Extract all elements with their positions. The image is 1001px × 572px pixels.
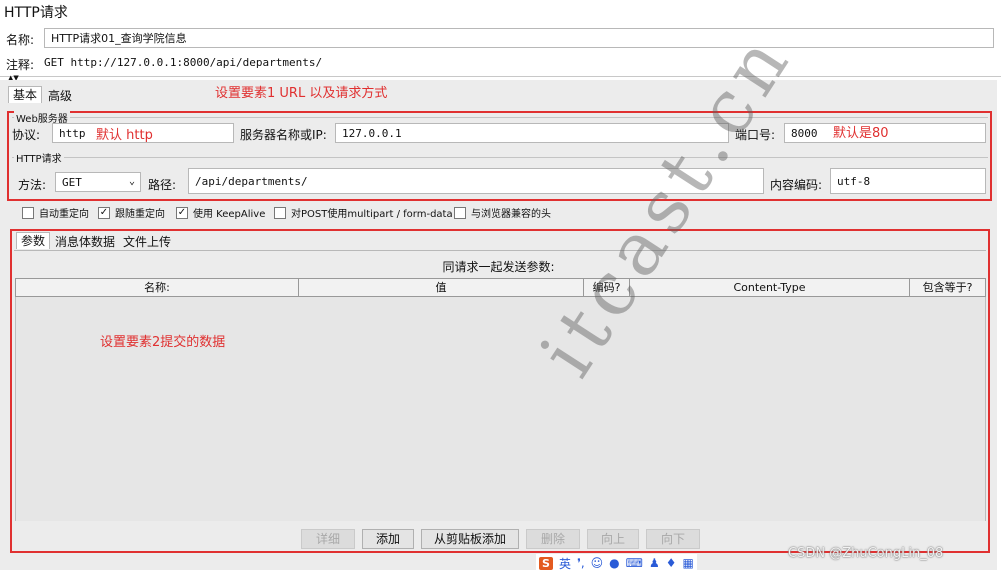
method-select[interactable]: GET ⌄ [55,172,141,192]
params-caption: 同请求一起发送参数: [442,260,555,274]
sogou-logo-icon: S [539,556,553,570]
tab-advanced[interactable]: 高级 [44,88,76,104]
option-label: 与浏览器兼容的头 [471,209,551,220]
group-line [12,157,988,158]
ime-language-label[interactable]: 英 [559,555,571,572]
column-header-content-type[interactable]: Content-Type [630,279,910,297]
option-browser-headers[interactable]: 与浏览器兼容的头 [454,205,551,220]
column-header-value[interactable]: 值 [299,279,584,297]
csdn-watermark: CSDN @ZhuCongLin_08 [788,546,944,561]
divider [14,250,986,251]
detail-button[interactable]: 详细 [301,529,355,549]
option-label: 跟随重定向 [115,209,165,220]
column-header-name[interactable]: 名称: [16,279,299,297]
move-up-button[interactable]: 向上 [587,529,639,549]
checkbox[interactable] [22,206,34,219]
divider [0,76,1001,77]
add-from-clipboard-button[interactable]: 从剪贴板添加 [421,529,519,549]
protocol-label: 协议: [12,128,41,142]
params-table-header: 名称: 值 编码? Content-Type 包含等于? [15,278,986,297]
encoding-input[interactable]: utf-8 [830,168,986,194]
comment-text[interactable]: GET http://127.0.0.1:8000/api/department… [44,56,322,69]
tab-file-upload[interactable]: 文件上传 [119,234,175,250]
annotation-default-80: 默认是80 [833,126,889,141]
punctuation-icon[interactable]: ❜, [577,556,585,570]
checkbox-checked[interactable]: ✓ [176,206,188,219]
annotation-url-method: 设置要素1 URL 以及请求方式 [215,86,388,101]
option-keepalive[interactable]: ✓ 使用 KeepAlive [176,205,265,220]
tab-body-data[interactable]: 消息体数据 [51,234,119,250]
keyboard-icon[interactable]: ⌨ [626,556,643,570]
checkbox[interactable] [274,206,286,219]
option-follow-redirect[interactable]: ✓ 跟随重定向 [98,205,165,220]
http-request-group-label: HTTP请求 [14,150,64,165]
path-label: 路径: [148,178,177,192]
column-header-include-equals[interactable]: 包含等于? [910,279,985,297]
name-input[interactable]: HTTP请求01_查询学院信息 [44,28,994,48]
annotation-data: 设置要素2提交的数据 [100,335,226,350]
method-value: GET [62,176,82,189]
server-label: 服务器名称或IP: [240,128,327,142]
emoji-icon[interactable]: ☺ [591,556,604,570]
name-label: 名称: [6,33,35,47]
option-multipart[interactable]: 对POST使用multipart / form-data [274,205,453,220]
user-icon[interactable]: ♟ [649,556,660,570]
method-label: 方法: [18,178,47,192]
ime-toolbar[interactable]: S 英 ❜, ☺ ● ⌨ ♟ ♦ ▦ [536,554,697,572]
option-auto-redirect[interactable]: 自动重定向 [22,205,89,220]
encoding-label: 内容编码: [770,178,823,192]
microphone-icon[interactable]: ● [609,556,619,570]
option-label: 对POST使用multipart / form-data [291,209,453,220]
annotation-default-http: 默认 http [96,128,153,143]
checkbox[interactable] [454,206,466,219]
checkbox-checked[interactable]: ✓ [98,206,110,219]
add-button[interactable]: 添加 [362,529,414,549]
option-label: 自动重定向 [39,209,89,220]
move-down-button[interactable]: 向下 [646,529,700,549]
option-label: 使用 KeepAlive [193,209,266,220]
window-title: HTTP请求 [4,5,68,21]
tab-params[interactable]: 参数 [16,232,51,249]
chevron-down-icon: ⌄ [128,176,135,187]
comment-label: 注释: [6,58,35,72]
delete-button[interactable]: 删除 [526,529,580,549]
tab-basic[interactable]: 基本 [8,86,43,103]
skin-icon[interactable]: ♦ [666,556,677,570]
group-line [12,117,988,118]
grid-menu-icon[interactable]: ▦ [683,556,694,570]
